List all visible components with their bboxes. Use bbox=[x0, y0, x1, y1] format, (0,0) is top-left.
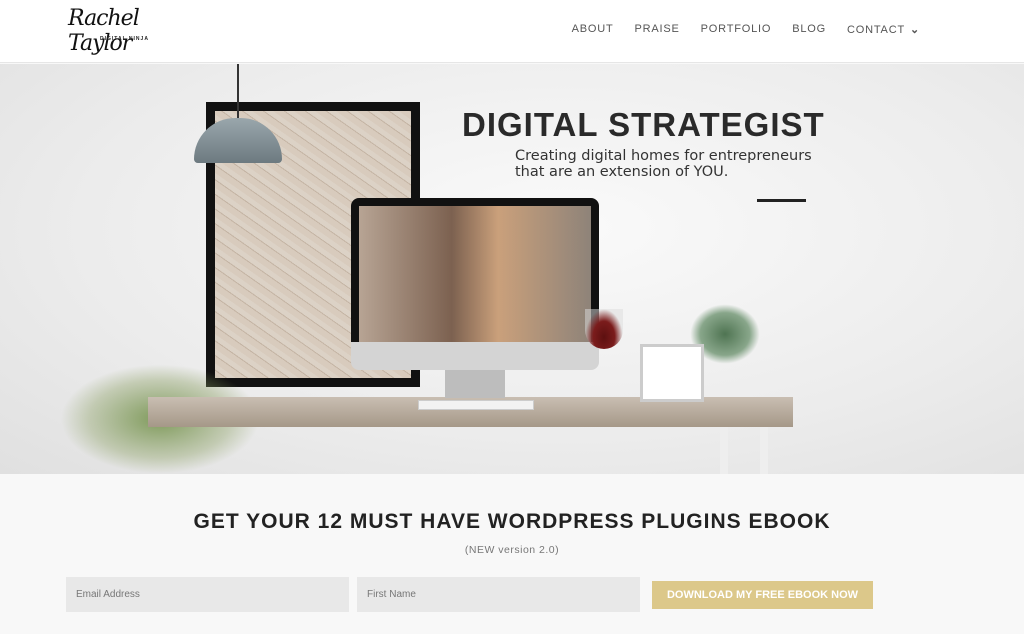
wine-glass bbox=[585, 309, 623, 349]
photo-frame bbox=[640, 344, 704, 402]
monitor-photo bbox=[359, 206, 591, 342]
logo-subtitle: DIGITAL NINJA bbox=[100, 36, 149, 42]
first-name-field[interactable] bbox=[357, 577, 640, 612]
hero-subtitle-line: that are an extension of YOU. bbox=[515, 164, 729, 180]
site-header: Rachel Taylor DIGITAL NINJA ABOUT PRAISE… bbox=[0, 0, 1024, 63]
hero-banner: DIGITAL STRATEGIST Creating digital home… bbox=[0, 64, 1024, 474]
download-ebook-button[interactable]: DOWNLOAD MY FREE EBOOK NOW bbox=[652, 581, 873, 609]
hero-subtitle-line: Creating digital homes for entrepreneurs bbox=[515, 148, 812, 164]
hero-title: DIGITAL STRATEGIST bbox=[462, 106, 825, 143]
email-field[interactable] bbox=[66, 577, 349, 612]
main-nav: ABOUT PRAISE PORTFOLIO BLOG CONTACT ⌄ bbox=[572, 23, 920, 36]
ebook-optin: GET YOUR 12 MUST HAVE WORDPRESS PLUGINS … bbox=[0, 474, 1024, 634]
monitor bbox=[351, 198, 599, 363]
nav-contact-label: CONTACT bbox=[847, 24, 905, 36]
lamp-cord bbox=[237, 64, 239, 120]
nav-about[interactable]: ABOUT bbox=[572, 23, 614, 36]
optin-subtitle: (NEW version 2.0) bbox=[464, 544, 560, 556]
monitor-stand bbox=[445, 370, 505, 398]
nav-praise[interactable]: PRAISE bbox=[635, 23, 680, 36]
chevron-down-icon: ⌄ bbox=[909, 24, 920, 36]
nav-contact[interactable]: CONTACT ⌄ bbox=[847, 23, 920, 36]
nav-blog[interactable]: BLOG bbox=[792, 23, 826, 36]
keyboard bbox=[418, 400, 534, 410]
hero-subtitle: Creating digital homes for entrepreneurs… bbox=[515, 148, 812, 180]
logo-script: Rachel Taylor bbox=[68, 6, 140, 56]
desk-leg bbox=[760, 427, 768, 474]
monitor-chin bbox=[351, 342, 599, 370]
divider bbox=[757, 199, 806, 202]
desk-leg bbox=[720, 427, 728, 474]
optin-title: GET YOUR 12 MUST HAVE WORDPRESS PLUGINS … bbox=[193, 510, 831, 533]
logo[interactable]: Rachel Taylor DIGITAL NINJA bbox=[68, 4, 183, 56]
nav-portfolio[interactable]: PORTFOLIO bbox=[701, 23, 772, 36]
